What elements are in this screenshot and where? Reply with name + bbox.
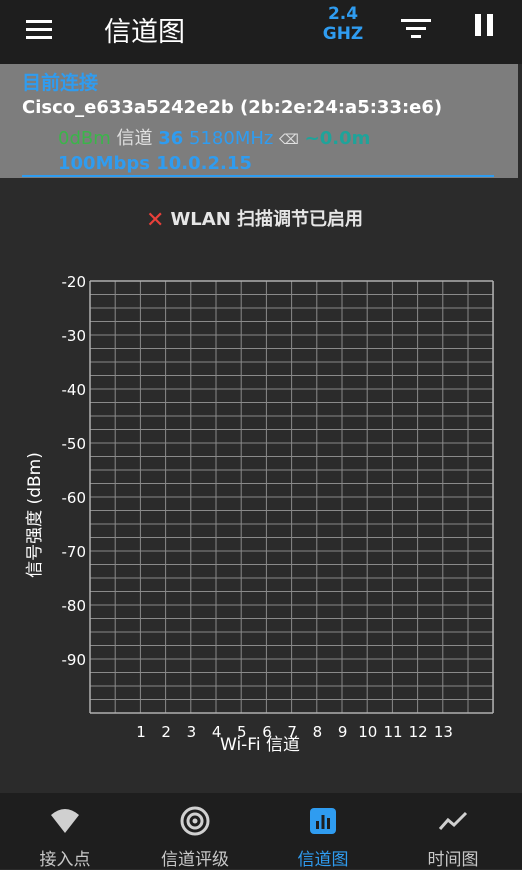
nav-time-graph[interactable]: 时间图 [388,793,518,870]
band-unit: GHZ [322,24,364,44]
nav-channel-rating[interactable]: 信道评级 [130,793,260,870]
nav-access-points[interactable]: 接入点 [0,793,130,870]
band-value: 2.4 [327,4,359,24]
distance: ~0.0m [304,128,371,149]
band-toggle-button[interactable]: 2.4 GHZ [322,4,364,44]
x-tick-label: 12 [409,723,428,741]
wifi-icon [51,809,79,833]
nav-label-time-graph: 时间图 [427,850,479,870]
y-tick-label: -30 [62,327,87,345]
y-tick-labels: -20 -30 -40 -50 -60 -70 -80 -90 [62,273,87,669]
connection-underline [22,175,494,177]
y-tick-label: -90 [62,651,87,669]
bar-chart-icon [310,808,336,834]
x-axis-label: Wi-Fi 信道 [220,735,300,755]
y-tick-label: -40 [62,381,87,399]
y-tick-label: -50 [62,435,87,453]
nav-label-channel-graph: 信道图 [297,850,349,870]
page-title: 信道图 [104,17,185,48]
x-tick-label: 8 [313,723,323,741]
nav-label-access-points: 接入点 [39,850,91,870]
y-tick-label: -20 [62,273,87,291]
signal-strength: 0dBm [58,128,111,149]
x-tick-label: 2 [161,723,171,741]
lock-icon: ⌫ [279,132,299,148]
y-axis-label: 信号强度 (dBm) [25,452,45,578]
channel-graph: -20-30-40-50-60-70-80-90 1 2 3 4 5 6 7 8 9 10 11 12… [25,273,494,755]
y-tick-label: -80 [62,597,87,615]
line-chart-icon [438,811,468,830]
chart-grid [89,280,494,714]
connection-details: 0dBm 信道 36 5180MHz ⌫ ~0.0m [58,124,370,150]
current-connection-panel[interactable]: 目前连接 Cisco_e633a5242e2b (2b:2e:24:a5:33:… [0,64,518,178]
x-tick-label: 3 [187,723,197,741]
top-app-bar: 信道图 2.4 GHZ [0,0,522,64]
channel-prefix: 信道 [116,128,153,149]
filter-icon[interactable] [401,15,431,43]
connection-heading: 目前连接 [22,72,99,94]
ssid-bssid: Cisco_e633a5242e2b (2b:2e:24:a5:33:e6) [22,97,443,118]
x-tick-label: 9 [338,723,348,741]
y-tick-label: -70 [62,543,87,561]
y-tick-label: -60 [62,489,87,507]
menu-icon[interactable] [24,14,54,44]
signal-rating-icon [180,806,210,836]
x-tick-label: 1 [136,723,146,741]
x-tick-label: 11 [383,723,402,741]
frequency: 5180MHz [189,128,274,149]
nav-label-channel-rating: 信道评级 [161,850,229,870]
channel-number: 36 [158,128,184,149]
x-tick-label: 10 [358,723,377,741]
pause-icon[interactable] [473,14,495,38]
bottom-navigation: 接入点 信道评级 信道图 时间图 [0,793,522,870]
x-tick-label: 13 [434,723,453,741]
speed-ip: 100Mbps 10.0.2.15 [58,153,252,174]
nav-channel-graph[interactable]: 信道图 [258,793,388,870]
